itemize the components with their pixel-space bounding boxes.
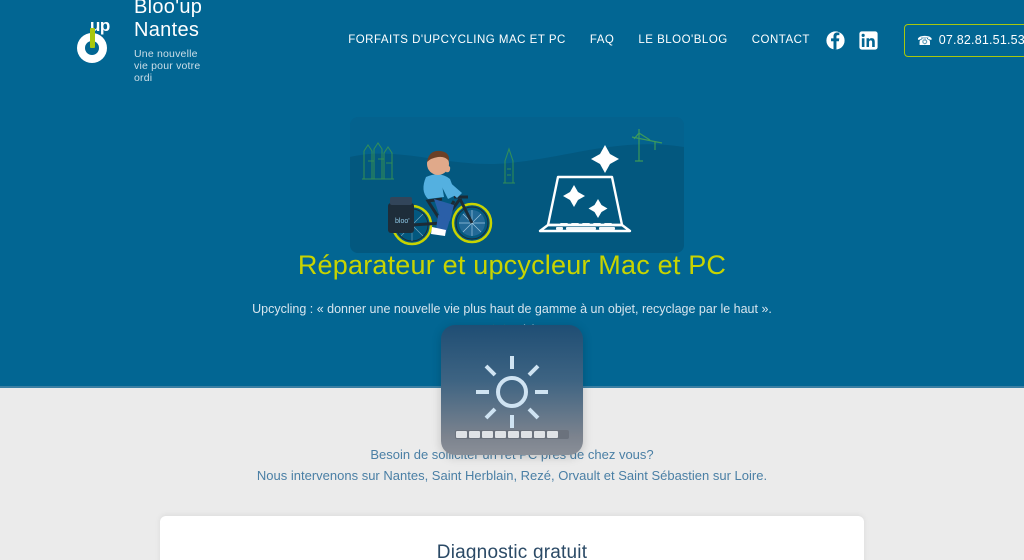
hero-subtitle: Upcycling : « donner une nouvelle vie pl… [252, 302, 772, 316]
svg-text:bloo': bloo' [395, 218, 410, 225]
page-title: Réparateur et upcycleur Mac et PC [297, 250, 727, 280]
nav-item-contact[interactable]: CONTACT [752, 34, 810, 46]
brand-block[interactable]: up Bloo'up Nantes Une nouvelle vie pour … [72, 0, 202, 84]
service-area-line2: Nous intervenons sur Nantes, Saint Herbl… [256, 468, 768, 483]
site-header: up Bloo'up Nantes Une nouvelle vie pour … [0, 0, 1024, 84]
diagnostic-card-title: Diagnostic gratuit [436, 542, 588, 560]
brightness-segment [469, 431, 480, 438]
linkedin-icon[interactable] [859, 30, 878, 50]
brightness-sun-icon [476, 356, 548, 428]
brand-title: Bloo'up Nantes [134, 0, 203, 41]
brightness-segment [508, 431, 519, 438]
brightness-osd-overlay [441, 325, 583, 455]
header-right: ☎ 07.82.81.51.53 [826, 23, 1024, 57]
logo-power-bar [90, 28, 95, 48]
phone-cta-button[interactable]: ☎ 07.82.81.51.53 [903, 23, 1024, 57]
main-navigation: FORFAITS D'UPCYCLING MAC ET PC FAQ LE BL… [348, 34, 810, 46]
brightness-segment [482, 431, 493, 438]
facebook-icon[interactable] [826, 30, 845, 50]
brightness-segment [456, 431, 467, 438]
brand-text: Bloo'up Nantes Une nouvelle vie pour vot… [134, 0, 202, 84]
brand-tagline: Une nouvelle vie pour votre ordi [134, 48, 201, 84]
hero-illustration: bloo' [350, 117, 684, 253]
nav-item-blog[interactable]: LE BLOO'BLOG [638, 34, 727, 46]
page-root: up Bloo'up Nantes Une nouvelle vie pour … [0, 0, 1024, 560]
phone-number: 07.82.81.51.53 [938, 33, 1024, 47]
brightness-segment [534, 431, 545, 438]
diagnostic-card[interactable]: Diagnostic gratuit [160, 516, 864, 560]
brightness-segment [521, 431, 532, 438]
brightness-segment [495, 431, 506, 438]
phone-icon: ☎ [916, 33, 933, 48]
blooup-power-logo-icon[interactable]: up [72, 15, 118, 65]
brightness-segment [547, 431, 558, 438]
brightness-level-bar [455, 430, 569, 439]
nav-item-forfaits[interactable]: FORFAITS D'UPCYCLING MAC ET PC [348, 34, 566, 46]
nav-item-faq[interactable]: FAQ [590, 34, 615, 46]
